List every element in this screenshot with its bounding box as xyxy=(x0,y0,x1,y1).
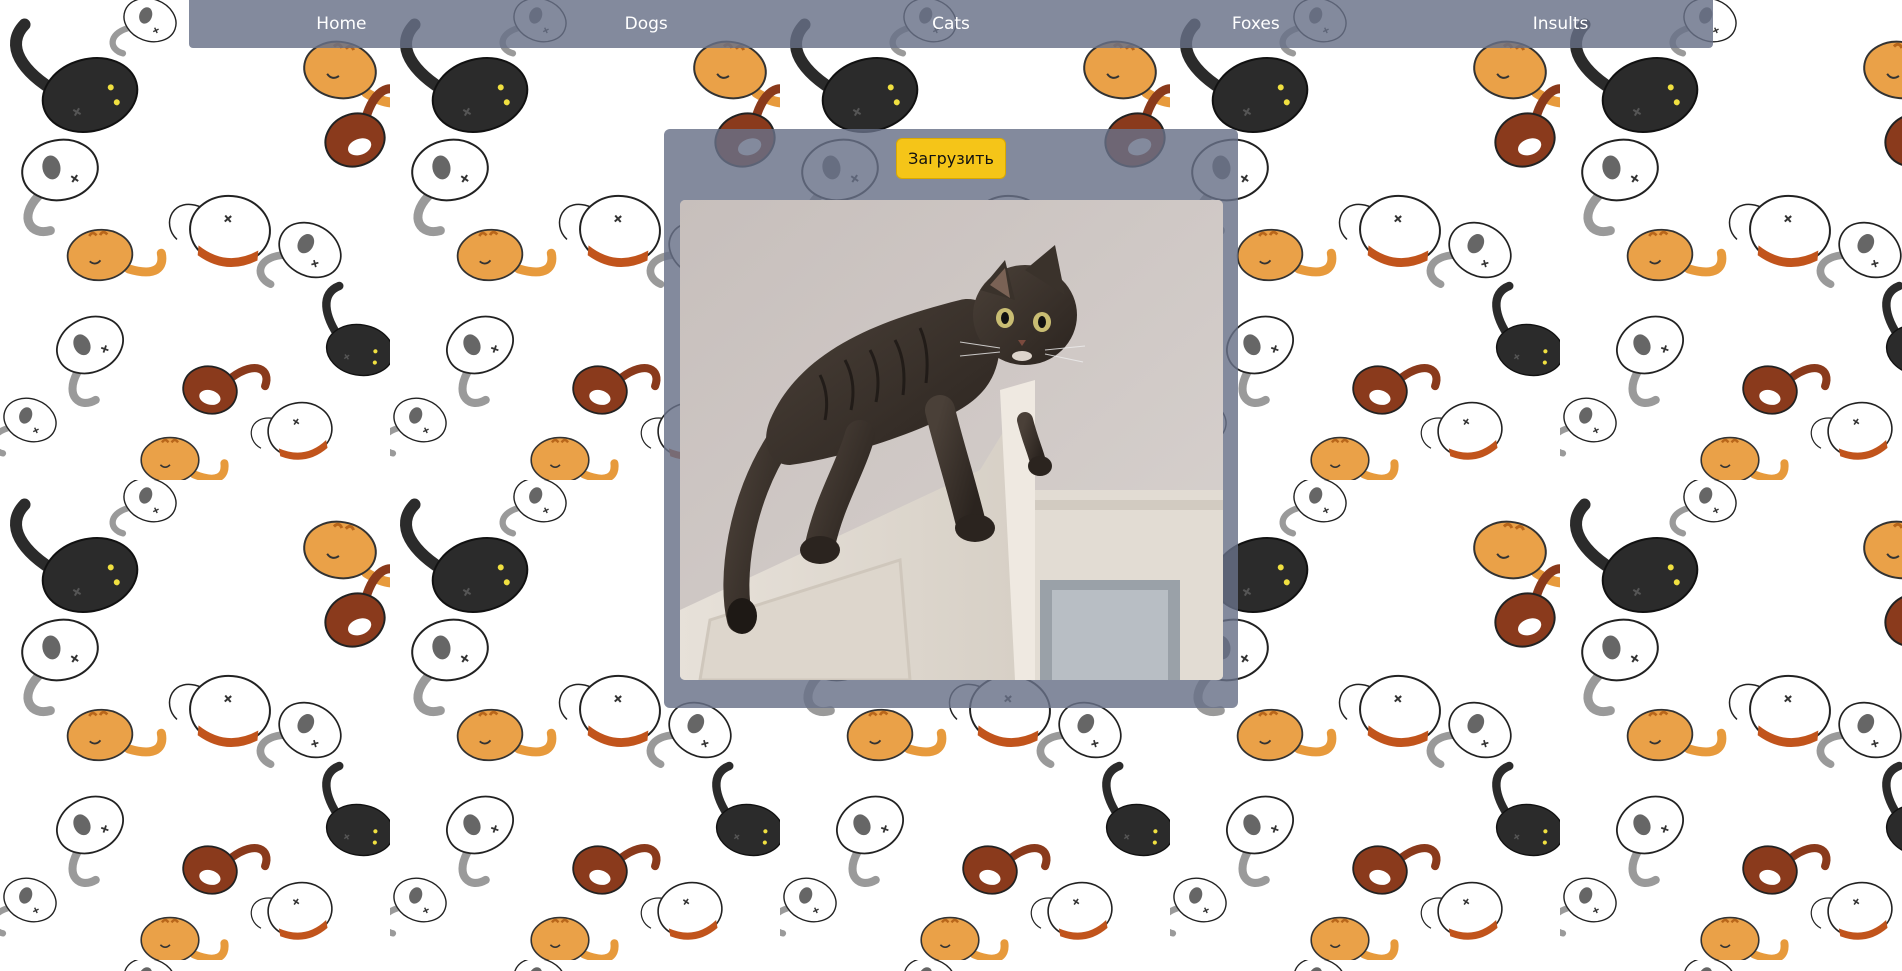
upload-button[interactable]: Загрузить xyxy=(896,138,1006,179)
image-card: Загрузить xyxy=(664,129,1238,708)
nav-home[interactable]: Home xyxy=(189,0,494,48)
cat-photo-illustration xyxy=(680,200,1223,680)
nav-cats[interactable]: Cats xyxy=(799,0,1104,48)
top-navbar: Home Dogs Cats Foxes Insults xyxy=(189,0,1713,48)
nav-insults[interactable]: Insults xyxy=(1408,0,1713,48)
nav-dogs[interactable]: Dogs xyxy=(494,0,799,48)
cat-photo xyxy=(680,200,1223,680)
nav-foxes[interactable]: Foxes xyxy=(1103,0,1408,48)
